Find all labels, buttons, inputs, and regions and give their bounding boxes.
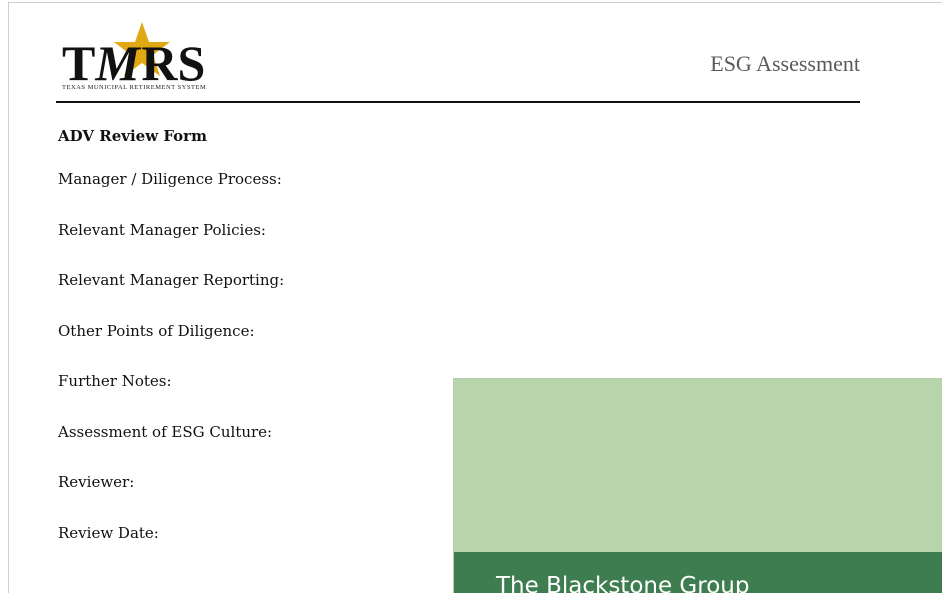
form-field-list: Manager / Diligence Process: Relevant Ma… [58,170,284,574]
cover-card-title: The Blackstone Group [496,573,750,593]
header-divider [56,101,860,103]
field-relevant-manager-reporting: Relevant Manager Reporting: [58,271,285,289]
field-manager-diligence-process: Manager / Diligence Process: [58,170,282,188]
tmrs-logo: TMRS Texas Municipal Retirement System [56,18,246,96]
field-review-date: Review Date: [58,523,159,542]
field-further-notes: Further Notes: [58,372,172,390]
logo-letters-rs: RS [141,35,206,91]
field-assessment-of-esg-culture: Assessment of ESG Culture: [58,422,273,441]
form-title: ADV Review Form [58,127,207,145]
document-title: ESG Assessment [710,51,860,76]
cover-card-banner: The Blackstone Group [454,552,942,593]
logo-letter-m: M [95,35,140,91]
logo-letters: TMRS [62,38,205,88]
field-relevant-manager-policies: Relevant Manager Policies: [58,220,266,239]
logo-letter-t: T [62,35,96,91]
logo-tagline: Texas Municipal Retirement System [62,84,207,91]
field-reviewer: Reviewer: [58,473,135,491]
cover-card: The Blackstone Group [453,378,942,593]
cover-card-top [454,379,942,552]
field-other-points-of-diligence: Other Points of Diligence: [58,321,255,340]
